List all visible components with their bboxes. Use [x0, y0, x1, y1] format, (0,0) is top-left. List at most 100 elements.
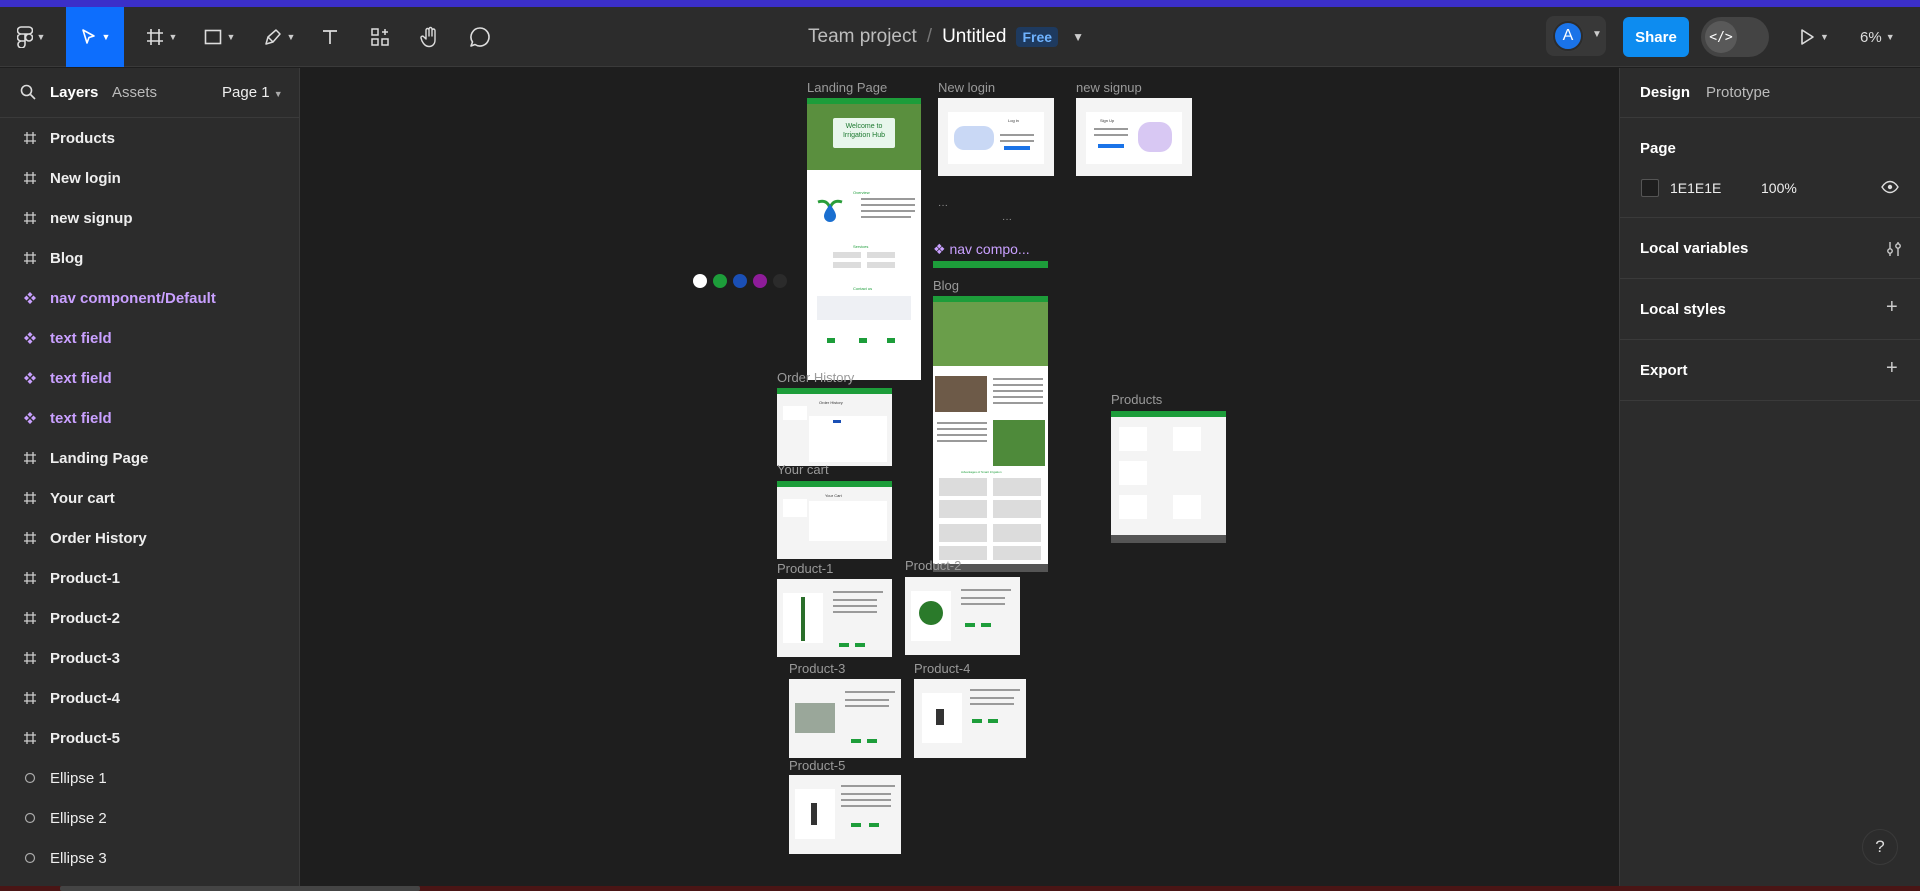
frame-label-your-cart[interactable]: Your cart — [777, 462, 829, 477]
anemometer — [811, 803, 817, 825]
layer-item[interactable]: new signup — [0, 198, 300, 238]
frame-label-new-login[interactable]: New login — [938, 80, 995, 95]
layer-item[interactable]: Ellipse 2 — [0, 798, 300, 838]
dev-mode-toggle[interactable]: </> — [1701, 17, 1769, 57]
layer-item[interactable]: New login — [0, 158, 300, 198]
frame-product-1[interactable] — [777, 579, 892, 657]
layer-item[interactable]: Ellipse 1 — [0, 758, 300, 798]
hand-tool-button[interactable] — [414, 7, 446, 67]
eye-icon[interactable] — [1881, 180, 1899, 194]
layer-item[interactable]: Product-2 — [0, 598, 300, 638]
comment-tool-button[interactable] — [464, 7, 496, 67]
help-button[interactable]: ? — [1862, 829, 1898, 865]
frame-product-5[interactable] — [789, 775, 901, 854]
layer-item[interactable]: Ellipse 3 — [0, 838, 300, 878]
frame-new-login[interactable]: Log in — [938, 98, 1054, 176]
page-color-swatch[interactable] — [1641, 179, 1659, 197]
frame-label-product-4[interactable]: Product-4 — [914, 661, 970, 676]
layer-item[interactable]: text field — [0, 318, 300, 358]
figma-logo-icon — [16, 26, 33, 48]
actions-tool-button[interactable] — [364, 7, 396, 67]
local-styles-section[interactable]: Local styles + — [1620, 279, 1920, 340]
ellipse-5[interactable] — [773, 274, 787, 288]
tab-assets[interactable]: Assets — [112, 84, 157, 101]
layer-item[interactable]: Product-1 — [0, 558, 300, 598]
layer-item[interactable]: Your cart — [0, 478, 300, 518]
file-menu-chevron-icon[interactable]: ▼ — [1072, 30, 1084, 44]
frame-label-product-5[interactable]: Product-5 — [789, 758, 845, 773]
tab-design[interactable]: Design — [1640, 84, 1690, 101]
signup-button-mock — [1098, 144, 1124, 148]
move-tool-button[interactable]: ▼ — [66, 7, 124, 67]
frame-product-4[interactable] — [914, 679, 1026, 758]
frame-icon — [22, 570, 38, 586]
blog-photo — [993, 420, 1045, 466]
tab-layers[interactable]: Layers — [50, 84, 98, 101]
share-button[interactable]: Share — [1623, 17, 1689, 57]
frame-blog[interactable]: Advantages of Smart Irrigation — [933, 296, 1048, 572]
text-field-marker[interactable]: ··· — [1002, 214, 1012, 225]
properties-panel: Design Prototype Page 1E1E1E 100% Local … — [1619, 68, 1920, 891]
layer-item[interactable]: nav component/Default — [0, 278, 300, 318]
page-opacity-value[interactable]: 100% — [1761, 180, 1797, 196]
nav-bar — [777, 481, 892, 487]
layer-item[interactable]: Product-5 — [0, 718, 300, 758]
variables-settings-icon[interactable] — [1885, 240, 1903, 258]
ellipse-1[interactable] — [693, 274, 707, 288]
frame-label-product-2[interactable]: Product-2 — [905, 558, 961, 573]
chevron-down-icon[interactable]: ▼ — [1592, 29, 1602, 40]
frame-label-product-3[interactable]: Product-3 — [789, 661, 845, 676]
frame-label-products[interactable]: Products — [1111, 392, 1162, 407]
left-panel-scrollbar[interactable] — [60, 886, 420, 891]
nav-component[interactable] — [933, 261, 1048, 268]
frame-label-order-history[interactable]: Order History — [777, 370, 854, 385]
pen-icon — [264, 29, 281, 45]
export-section[interactable]: Export + — [1620, 340, 1920, 401]
layer-item[interactable]: Blog — [0, 238, 300, 278]
search-icon[interactable] — [20, 84, 36, 100]
pen-tool-button[interactable]: ▼ — [256, 7, 302, 67]
frame-label-landing-page[interactable]: Landing Page — [807, 80, 887, 95]
frame-product-2[interactable] — [905, 577, 1020, 655]
avatar[interactable]: A — [1553, 21, 1583, 51]
page-color-value[interactable]: 1E1E1E — [1670, 180, 1721, 196]
layer-item[interactable]: text field — [0, 358, 300, 398]
present-button[interactable]: ▼ — [1798, 7, 1829, 67]
frame-tool-button[interactable]: ▼ — [138, 7, 184, 67]
layer-item[interactable]: text field — [0, 398, 300, 438]
team-name[interactable]: Team project — [808, 26, 917, 48]
text-field-marker[interactable]: ··· — [938, 200, 948, 211]
plus-icon[interactable]: + — [1886, 296, 1898, 319]
frame-label-new-signup[interactable]: new signup — [1076, 80, 1142, 95]
tab-prototype[interactable]: Prototype — [1706, 84, 1770, 101]
canvas[interactable]: Landing Page Welcome to Irrigation Hub O… — [300, 68, 1619, 891]
frame-label-nav-component[interactable]: ❖ nav compo... — [933, 241, 1030, 258]
ellipse-3[interactable] — [733, 274, 747, 288]
frame-your-cart[interactable]: Your Cart — [777, 481, 892, 559]
frame-products[interactable] — [1111, 411, 1226, 543]
main-menu-button[interactable]: ▼ — [8, 7, 54, 67]
order-history-heading: Order History — [819, 400, 843, 405]
text-line — [1094, 128, 1128, 130]
frame-icon — [22, 250, 38, 266]
frame-label-product-1[interactable]: Product-1 — [777, 561, 833, 576]
zoom-menu[interactable]: 6% ▼ — [1860, 7, 1895, 67]
layer-item[interactable]: Products — [0, 118, 300, 158]
frame-product-3[interactable] — [789, 679, 901, 758]
ellipse-2[interactable] — [713, 274, 727, 288]
local-variables-section[interactable]: Local variables — [1620, 218, 1920, 279]
ellipse-4[interactable] — [753, 274, 767, 288]
layer-item[interactable]: Product-4 — [0, 678, 300, 718]
page-selector[interactable]: Page 1 ▼ — [222, 84, 283, 101]
layer-item[interactable]: Landing Page — [0, 438, 300, 478]
layer-item[interactable]: Product-3 — [0, 638, 300, 678]
text-tool-button[interactable] — [314, 7, 346, 67]
frame-label-blog[interactable]: Blog — [933, 278, 959, 293]
frame-order-history[interactable]: Order History — [777, 388, 892, 466]
plus-icon[interactable]: + — [1886, 357, 1898, 380]
shape-tool-button[interactable]: ▼ — [196, 7, 242, 67]
layer-item[interactable]: Order History — [0, 518, 300, 558]
file-name[interactable]: Untitled — [942, 26, 1006, 48]
frame-landing-page[interactable]: Welcome to Irrigation Hub Overview Servi… — [807, 98, 921, 380]
frame-new-signup[interactable]: Sign Up — [1076, 98, 1192, 176]
